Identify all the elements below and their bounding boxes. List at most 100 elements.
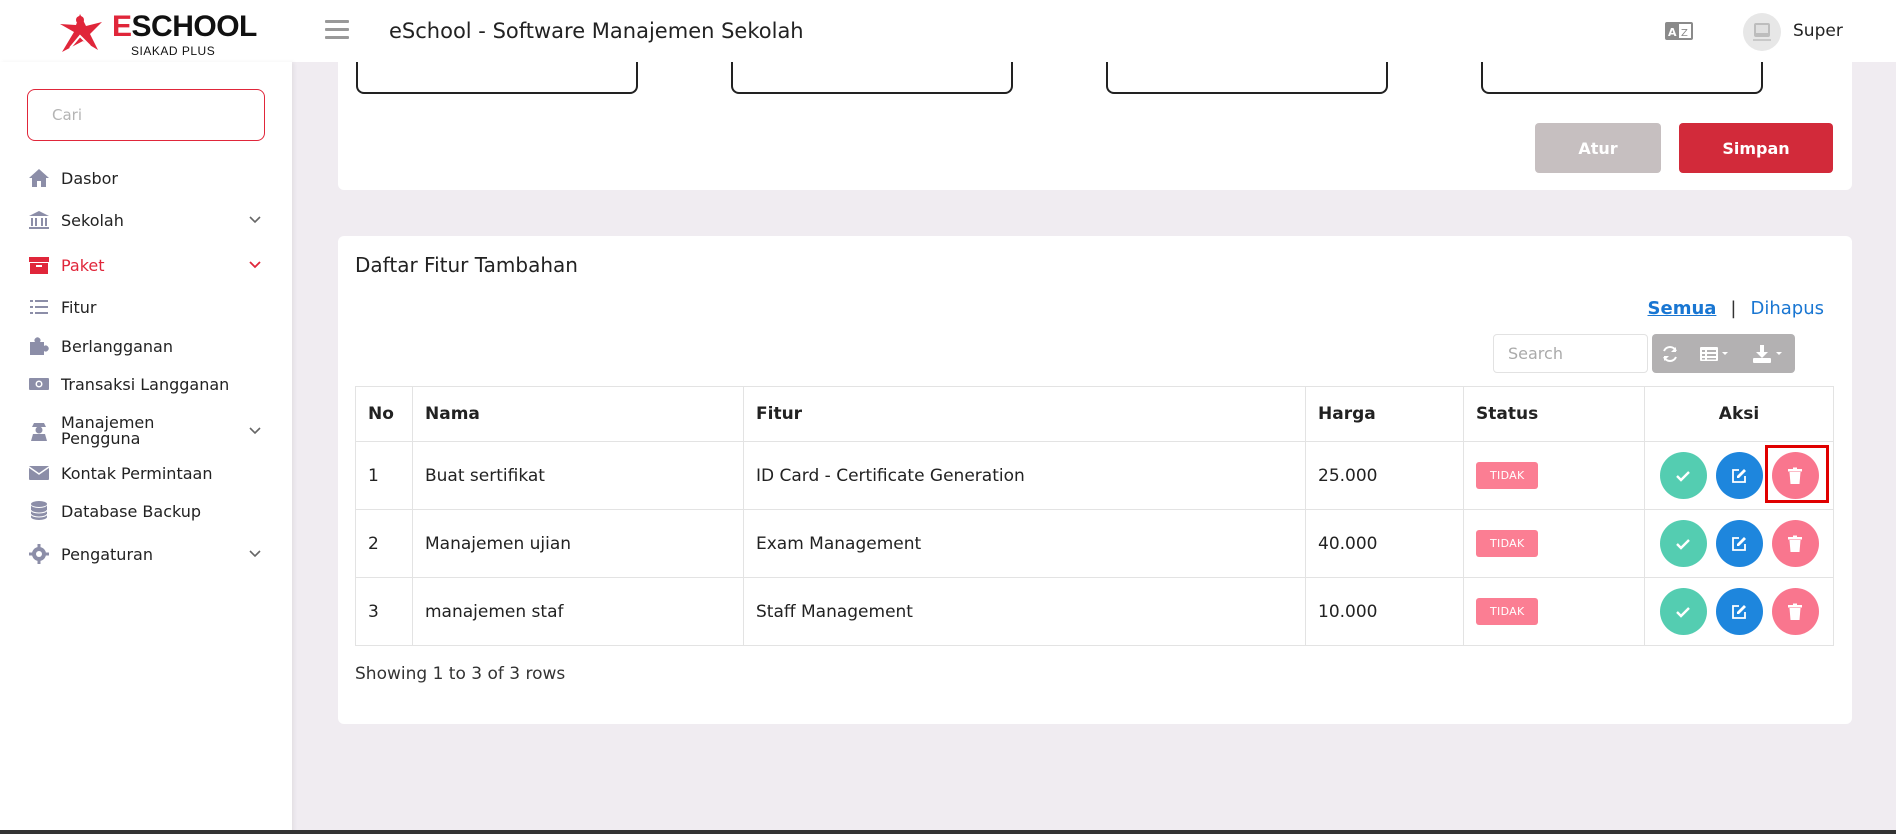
window-bottom-edge	[0, 830, 1896, 834]
edit-button[interactable]	[1715, 452, 1763, 499]
svg-text:Z: Z	[1681, 28, 1688, 39]
table-header-row: No Nama Fitur Harga Status Aksi	[355, 386, 1834, 442]
select-field[interactable]	[1106, 62, 1388, 94]
sidebar-item-pengaturan[interactable]: Pengaturan	[27, 540, 267, 568]
sidebar-item-fitur[interactable]: Fitur	[27, 293, 267, 321]
sidebar-item-manajemen-pengguna[interactable]: Manajemen Pengguna	[27, 411, 267, 451]
sidebar-item-paket[interactable]: Paket	[27, 251, 267, 279]
sidebar-item-label: Kontak Permintaan	[61, 463, 213, 483]
home-icon	[27, 167, 51, 189]
user-name[interactable]: Super	[1793, 21, 1843, 41]
user-secret-icon	[27, 420, 51, 442]
gear-icon	[27, 543, 51, 565]
logo-subtitle: SIAKAD PLUS	[131, 44, 216, 58]
sidebar-item-dasbor[interactable]: Dasbor	[27, 164, 267, 192]
cell-harga: 40.000	[1305, 509, 1464, 578]
top-header: ESCHOOL SIAKAD PLUS eSchool - Software M…	[0, 0, 1896, 62]
list-icon	[27, 296, 51, 318]
delete-button[interactable]	[1764, 445, 1829, 503]
puzzle-icon	[27, 335, 51, 357]
filter-deleted-link[interactable]: Dihapus	[1750, 298, 1824, 319]
sidebar: Dasbor Sekolah Paket Fitur Berlangganan …	[0, 62, 292, 834]
col-nama-header[interactable]: Nama	[412, 386, 744, 442]
chevron-down-icon	[249, 427, 261, 435]
sidebar-item-label: Berlangganan	[61, 336, 173, 356]
select-field[interactable]	[356, 62, 638, 94]
table-row: 1 Buat sertifikat ID Card - Certificate …	[355, 441, 1834, 510]
sidebar-item-label: Manajemen Pengguna	[61, 413, 155, 448]
select-field[interactable]	[731, 62, 1013, 94]
status-badge: TIDAK	[1476, 462, 1539, 489]
money-icon	[27, 373, 51, 395]
cell-no: 1	[355, 441, 413, 510]
col-harga-header[interactable]: Harga	[1305, 386, 1464, 442]
sidebar-item-kontak-permintaan[interactable]: Kontak Permintaan	[27, 459, 267, 487]
envelope-icon	[27, 462, 51, 484]
select-field[interactable]	[1481, 62, 1763, 94]
edit-icon	[1732, 604, 1746, 619]
status-badge: TIDAK	[1476, 598, 1539, 625]
sidebar-item-transaksi-langganan[interactable]: Transaksi Langganan	[27, 370, 267, 398]
card-title: Daftar Fitur Tambahan	[355, 253, 578, 277]
database-icon	[27, 500, 51, 522]
chevron-down-icon	[249, 216, 261, 224]
chevron-down-icon	[249, 261, 261, 269]
trash-icon	[1788, 467, 1802, 484]
cell-fitur: Staff Management	[743, 577, 1306, 646]
sidebar-item-label: Transaksi Langganan	[61, 374, 230, 394]
activate-button[interactable]	[1659, 588, 1707, 635]
sidebar-item-label: Sekolah	[61, 210, 124, 230]
building-icon	[27, 209, 51, 231]
check-icon	[1676, 606, 1690, 618]
settings-card: Atur Simpan	[338, 62, 1852, 190]
edit-button[interactable]	[1715, 520, 1763, 567]
cell-status: TIDAK	[1463, 509, 1645, 578]
activate-button[interactable]	[1659, 452, 1707, 499]
refresh-icon	[1663, 345, 1677, 362]
col-no-header[interactable]: No	[355, 386, 413, 442]
delete-button[interactable]	[1771, 588, 1819, 635]
table-row: 3 manajemen staf Staff Management 10.000…	[355, 577, 1834, 646]
filter-separator: |	[1730, 298, 1737, 319]
hamburger-menu-icon[interactable]	[325, 20, 349, 40]
edit-icon	[1732, 536, 1746, 551]
table-search-input[interactable]	[1493, 334, 1648, 373]
col-fitur-header[interactable]: Fitur	[743, 386, 1306, 442]
logo-text: ESCHOOL	[112, 10, 257, 43]
table-toolbar	[1652, 334, 1795, 373]
cell-harga: 25.000	[1305, 441, 1464, 510]
atur-button[interactable]: Atur	[1535, 123, 1661, 173]
filter-all-link[interactable]: Semua	[1648, 298, 1717, 319]
avatar[interactable]	[1743, 13, 1781, 51]
columns-toggle-button[interactable]	[1688, 334, 1740, 373]
download-icon	[1752, 344, 1782, 363]
export-button[interactable]	[1740, 334, 1795, 373]
col-status-header[interactable]: Status	[1463, 386, 1645, 442]
table-row: 2 Manajemen ujian Exam Management 40.000…	[355, 509, 1834, 578]
edit-icon	[1732, 468, 1746, 483]
sidebar-item-label: Pengaturan	[61, 544, 153, 564]
cell-status: TIDAK	[1463, 577, 1645, 646]
sidebar-item-berlangganan[interactable]: Berlangganan	[27, 332, 267, 360]
delete-button[interactable]	[1771, 520, 1819, 567]
cell-nama: manajemen staf	[412, 577, 744, 646]
sidebar-item-label: Fitur	[61, 297, 97, 317]
status-badge: TIDAK	[1476, 530, 1539, 557]
activate-button[interactable]	[1659, 520, 1707, 567]
sidebar-item-database-backup[interactable]: Database Backup	[27, 497, 267, 525]
logo-star-icon	[60, 14, 102, 52]
cell-nama: Manajemen ujian	[412, 509, 744, 578]
sidebar-search-input[interactable]	[27, 89, 265, 141]
language-icon[interactable]: A Z	[1664, 21, 1694, 41]
simpan-button[interactable]: Simpan	[1679, 123, 1833, 173]
pagination-info: Showing 1 to 3 of 3 rows	[355, 664, 566, 684]
sidebar-item-sekolah[interactable]: Sekolah	[27, 206, 267, 234]
cell-aksi	[1644, 509, 1834, 578]
edit-button[interactable]	[1715, 588, 1763, 635]
chevron-down-icon	[249, 550, 261, 558]
logo[interactable]: ESCHOOL SIAKAD PLUS	[56, 10, 257, 58]
refresh-button[interactable]	[1652, 334, 1688, 373]
feature-list-card: Daftar Fitur Tambahan Semua | Dihapus No…	[338, 236, 1852, 724]
sidebar-item-label: Dasbor	[61, 168, 118, 188]
sidebar-item-label: Database Backup	[61, 501, 202, 521]
